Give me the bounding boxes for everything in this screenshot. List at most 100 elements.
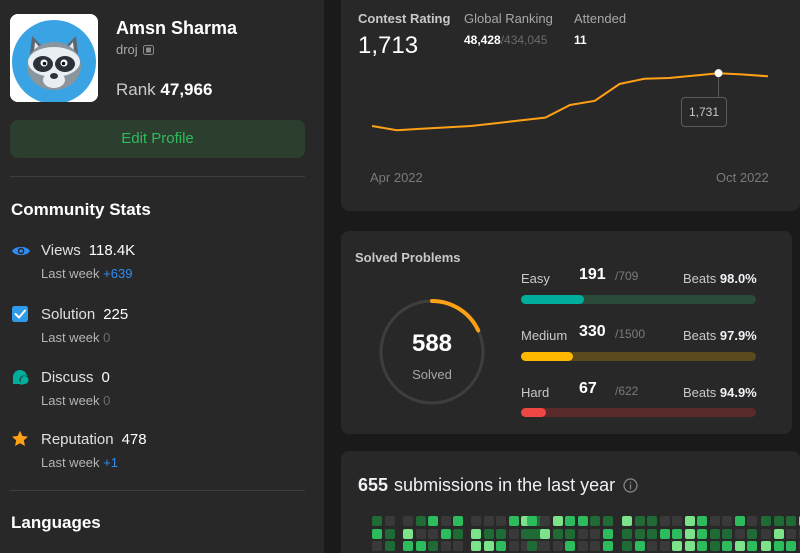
- heatmap-cell[interactable]: [622, 516, 632, 526]
- heatmap-cell[interactable]: [540, 516, 550, 526]
- heatmap-cell[interactable]: [722, 516, 732, 526]
- heatmap-cell[interactable]: [384, 541, 395, 551]
- heatmap-cell[interactable]: [372, 541, 382, 551]
- heatmap-cell[interactable]: [697, 541, 707, 551]
- heatmap-cell[interactable]: [647, 541, 657, 551]
- heatmap-cell[interactable]: [684, 516, 695, 526]
- heatmap-cell[interactable]: [590, 541, 600, 551]
- heatmap-cell[interactable]: [786, 528, 796, 539]
- heatmap-cell[interactable]: [384, 516, 395, 526]
- heatmap-cell[interactable]: [697, 516, 707, 526]
- heatmap-cell[interactable]: [684, 541, 695, 551]
- heatmap-cell[interactable]: [747, 541, 757, 551]
- heatmap-cell[interactable]: [403, 516, 413, 526]
- heatmap-cell[interactable]: [647, 516, 657, 526]
- heatmap-cell[interactable]: [734, 541, 745, 551]
- heatmap-cell[interactable]: [577, 528, 588, 539]
- heatmap-cell[interactable]: [527, 516, 537, 526]
- heatmap-cell[interactable]: [384, 528, 395, 539]
- heatmap-cell[interactable]: [428, 528, 438, 539]
- heatmap-cell[interactable]: [734, 516, 745, 526]
- heatmap-cell[interactable]: [786, 516, 796, 526]
- highlight-point[interactable]: [714, 69, 723, 78]
- heatmap-cell[interactable]: [483, 541, 494, 551]
- heatmap-cell[interactable]: [471, 516, 481, 526]
- heatmap-cell[interactable]: [786, 541, 796, 551]
- edit-profile-button[interactable]: Edit Profile: [10, 120, 305, 158]
- heatmap-cell[interactable]: [453, 528, 463, 539]
- heatmap-cell[interactable]: [496, 541, 506, 551]
- heatmap-cell[interactable]: [527, 528, 537, 539]
- heatmap-cell[interactable]: [672, 541, 682, 551]
- heatmap-cell[interactable]: [577, 516, 588, 526]
- heatmap-cell[interactable]: [471, 541, 481, 551]
- heatmap-cell[interactable]: [722, 528, 732, 539]
- heatmap-cell[interactable]: [508, 528, 519, 539]
- heatmap-cell[interactable]: [602, 516, 613, 526]
- heatmap-cell[interactable]: [415, 528, 426, 539]
- heatmap-cell[interactable]: [440, 528, 451, 539]
- heatmap-cell[interactable]: [672, 528, 682, 539]
- heatmap-cell[interactable]: [659, 541, 670, 551]
- heatmap-cell[interactable]: [602, 528, 613, 539]
- heatmap-cell[interactable]: [540, 541, 550, 551]
- heatmap-cell[interactable]: [773, 516, 784, 526]
- heatmap-cell[interactable]: [622, 541, 632, 551]
- heatmap-cell[interactable]: [761, 541, 771, 551]
- heatmap-cell[interactable]: [634, 516, 645, 526]
- heatmap-cell[interactable]: [496, 516, 506, 526]
- heatmap-cell[interactable]: [709, 541, 720, 551]
- heatmap-cell[interactable]: [415, 516, 426, 526]
- heatmap-cell[interactable]: [634, 528, 645, 539]
- heatmap-cell[interactable]: [552, 516, 563, 526]
- heatmap-cell[interactable]: [577, 541, 588, 551]
- heatmap-cell[interactable]: [565, 541, 575, 551]
- heatmap-cell[interactable]: [540, 528, 550, 539]
- heatmap-cell[interactable]: [440, 541, 451, 551]
- heatmap-cell[interactable]: [709, 528, 720, 539]
- heatmap-cell[interactable]: [508, 516, 519, 526]
- heatmap-cell[interactable]: [722, 541, 732, 551]
- heatmap-cell[interactable]: [761, 516, 771, 526]
- heatmap-cell[interactable]: [453, 516, 463, 526]
- heatmap-cell[interactable]: [527, 541, 537, 551]
- heatmap-cell[interactable]: [659, 516, 670, 526]
- heatmap-cell[interactable]: [471, 528, 481, 539]
- heatmap-cell[interactable]: [747, 516, 757, 526]
- heatmap-cell[interactable]: [590, 516, 600, 526]
- heatmap-cell[interactable]: [440, 516, 451, 526]
- avatar[interactable]: [10, 14, 98, 102]
- heatmap-cell[interactable]: [590, 528, 600, 539]
- heatmap-cell[interactable]: [761, 528, 771, 539]
- heatmap-cell[interactable]: [684, 528, 695, 539]
- heatmap-cell[interactable]: [552, 528, 563, 539]
- heatmap-cell[interactable]: [483, 528, 494, 539]
- heatmap-cell[interactable]: [773, 528, 784, 539]
- heatmap-cell[interactable]: [428, 541, 438, 551]
- info-icon[interactable]: [623, 478, 638, 493]
- heatmap-cell[interactable]: [403, 541, 413, 551]
- heatmap-cell[interactable]: [496, 528, 506, 539]
- heatmap-cell[interactable]: [552, 541, 563, 551]
- heatmap-cell[interactable]: [647, 528, 657, 539]
- heatmap-cell[interactable]: [403, 528, 413, 539]
- heatmap-cell[interactable]: [773, 541, 784, 551]
- heatmap-cell[interactable]: [483, 516, 494, 526]
- heatmap-cell[interactable]: [709, 516, 720, 526]
- heatmap-cell[interactable]: [747, 528, 757, 539]
- heatmap-cell[interactable]: [565, 528, 575, 539]
- heatmap-cell[interactable]: [734, 528, 745, 539]
- heatmap-cell[interactable]: [508, 541, 519, 551]
- heatmap-cell[interactable]: [453, 541, 463, 551]
- heatmap-cell[interactable]: [428, 516, 438, 526]
- heatmap-cell[interactable]: [372, 528, 382, 539]
- heatmap-cell[interactable]: [372, 516, 382, 526]
- heatmap-cell[interactable]: [565, 516, 575, 526]
- heatmap-cell[interactable]: [622, 528, 632, 539]
- heatmap-cell[interactable]: [634, 541, 645, 551]
- heatmap-cell[interactable]: [602, 541, 613, 551]
- heatmap-cell[interactable]: [697, 528, 707, 539]
- heatmap-cell[interactable]: [672, 516, 682, 526]
- heatmap-cell[interactable]: [659, 528, 670, 539]
- heatmap-cell[interactable]: [415, 541, 426, 551]
